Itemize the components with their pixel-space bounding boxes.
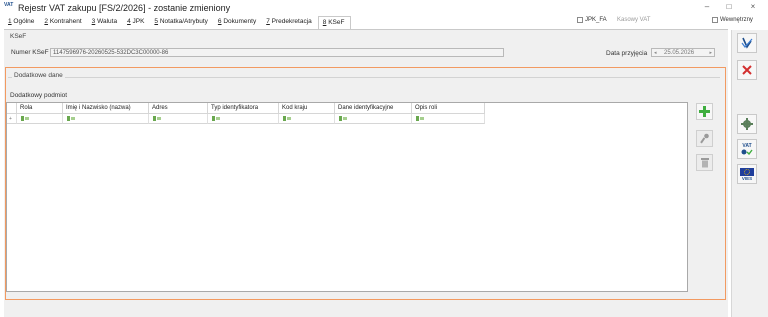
wewnetrzny-checkbox[interactable]: Wewnętrzny <box>712 17 753 23</box>
dodatkowy-podmiot-label: Dodatkowy podmiot <box>10 92 68 99</box>
save-button[interactable] <box>737 33 757 53</box>
filter-icon[interactable] <box>339 116 347 121</box>
data-przyjecia-field[interactable]: ◂ 25.05.2026 ▸ <box>651 48 715 57</box>
col-kod-kraju[interactable]: Kod kraju <box>279 103 335 114</box>
col-typ-identyfikatora[interactable]: Typ identyfikatora <box>208 103 279 114</box>
tab-waluta[interactable]: 3 Waluta <box>88 16 123 29</box>
dodatkowe-dane-divider <box>8 77 720 78</box>
filter-cell[interactable] <box>17 114 63 124</box>
tab-predekretacja[interactable]: 7 Predekretacja <box>262 16 318 29</box>
filter-icon[interactable] <box>283 116 291 121</box>
date-prev-icon[interactable]: ◂ <box>654 49 657 57</box>
add-button[interactable] <box>696 103 713 120</box>
cancel-button[interactable] <box>737 60 757 80</box>
filter-icon[interactable] <box>67 116 75 121</box>
grid-header: Rola Imię i Nazwisko (nazwa) Adres Typ i… <box>7 103 485 114</box>
maximize-button[interactable]: □ <box>722 1 736 13</box>
window-title: Rejestr VAT zakupu [FS/2/2026] - zostani… <box>18 3 231 13</box>
close-icon <box>742 65 752 75</box>
col-opis-roli[interactable]: Opis roli <box>412 103 485 114</box>
filter-icon[interactable] <box>153 116 161 121</box>
filter-icon[interactable] <box>212 116 220 121</box>
filter-row[interactable]: + <box>7 114 485 124</box>
title-bar: VAT Rejestr VAT zakupu [FS/2/2026] - zos… <box>0 0 768 16</box>
tab-kontrahent[interactable]: 2 Kontrahent <box>40 16 87 29</box>
trash-icon <box>700 158 709 168</box>
edit-icon <box>699 133 709 144</box>
col-rola[interactable]: Rola <box>17 103 63 114</box>
ksef-tab-content: KSeF Numer KSeF 1147596976-20260525-532D… <box>4 30 728 317</box>
vies-label: VIES <box>741 176 753 181</box>
date-next-icon[interactable]: ▸ <box>709 49 712 57</box>
save-icon <box>741 37 753 49</box>
filter-cell[interactable] <box>63 114 149 124</box>
tab-jpk[interactable]: 4 JPK <box>123 16 150 29</box>
vat-check-button[interactable]: VAT <box>737 139 757 159</box>
delete-button[interactable] <box>696 154 713 171</box>
col-imie-nazwisko[interactable]: Imię i Nazwisko (nazwa) <box>63 103 149 114</box>
tab-ksef[interactable]: 8 KSeF <box>317 16 352 29</box>
plus-icon <box>699 106 710 117</box>
kasowy-vat-checkbox: Kasowy VAT <box>617 17 651 23</box>
filter-icon[interactable] <box>21 116 29 121</box>
checkmark-icon <box>741 149 753 156</box>
numer-ksef-label: Numer KSeF <box>11 49 49 56</box>
ksef-group-label: KSeF <box>10 33 27 40</box>
filter-cell[interactable] <box>149 114 208 124</box>
filter-icon[interactable] <box>416 116 424 121</box>
minimize-button[interactable]: – <box>700 1 714 13</box>
row-indicator: + <box>7 114 17 124</box>
edit-button[interactable] <box>696 130 713 147</box>
filter-cell[interactable] <box>412 114 485 124</box>
numer-ksef-field[interactable]: 1147596976-20260525-532DC3C00000-86 <box>50 48 504 57</box>
filter-cell[interactable] <box>208 114 279 124</box>
tab-notatka-atrybuty[interactable]: 5 Notatka/Atrybuty <box>150 16 213 29</box>
gear-tools-button[interactable] <box>737 114 757 134</box>
grid-header-corner <box>7 103 17 114</box>
podmiot-grid[interactable]: Rola Imię i Nazwisko (nazwa) Adres Typ i… <box>6 102 688 292</box>
filter-cell[interactable] <box>279 114 335 124</box>
close-window-button[interactable]: × <box>746 1 760 13</box>
data-przyjecia-label: Data przyjęcia <box>606 50 648 57</box>
tab-dokumenty[interactable]: 6 Dokumenty <box>214 16 262 29</box>
jpk-fa-checkbox[interactable]: JPK_FA <box>577 17 607 23</box>
vies-button[interactable]: VIES <box>737 164 757 184</box>
tab-strip: 1 Ogólne 2 Kontrahent 3 Waluta 4 JPK 5 N… <box>4 16 352 29</box>
filter-cell[interactable] <box>335 114 412 124</box>
app-icon: VAT <box>4 2 14 8</box>
dodatkowe-dane-label: Dodatkowe dane <box>12 72 65 79</box>
tab-ogolne[interactable]: 1 Ogólne <box>4 16 40 29</box>
gear-icon <box>741 118 753 130</box>
col-adres[interactable]: Adres <box>149 103 208 114</box>
col-dane-identyfikacyjne[interactable]: Dane identyfikacyjne <box>335 103 412 114</box>
